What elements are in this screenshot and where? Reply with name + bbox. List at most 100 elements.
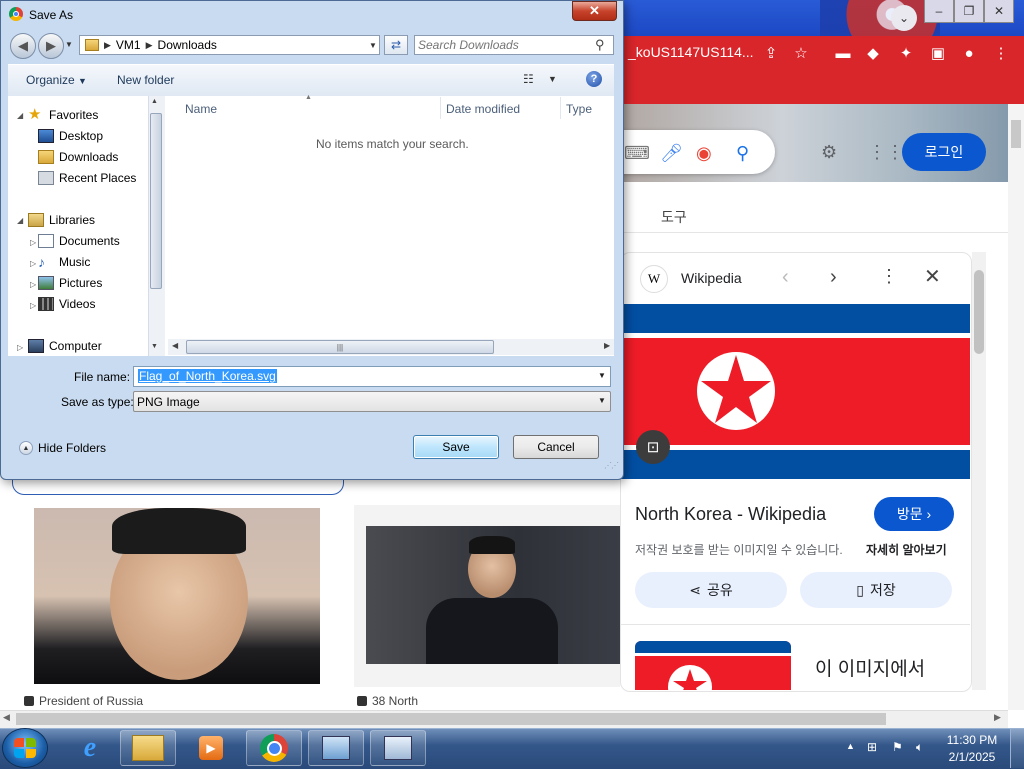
file-name-dropdown-icon[interactable]: ▼ bbox=[598, 371, 606, 380]
network-tool-icon[interactable] bbox=[308, 730, 364, 766]
panel-scrollbar-thumb[interactable] bbox=[974, 270, 984, 354]
expand-arrow-icon[interactable]: ▷ bbox=[30, 238, 36, 247]
login-button[interactable]: 로그인 bbox=[902, 133, 986, 171]
breadcrumb-separator-icon[interactable]: ▶ bbox=[104, 40, 111, 51]
show-hidden-icons-icon[interactable]: ▲ bbox=[846, 741, 855, 751]
nav-downloads[interactable]: Downloads bbox=[38, 150, 118, 164]
recent-locations-icon[interactable]: ▼ bbox=[65, 40, 73, 49]
save-as-type-value[interactable]: PNG Image bbox=[137, 395, 200, 409]
north-korea-flag-image[interactable] bbox=[620, 304, 970, 479]
share-button[interactable]: ⋖ 공유 bbox=[635, 572, 787, 608]
more-options-icon[interactable]: ⋮ bbox=[880, 266, 898, 287]
restore-button[interactable]: ❐ bbox=[954, 0, 984, 23]
related-flag-thumbnail[interactable] bbox=[635, 641, 791, 690]
google-lens-icon[interactable]: ◉ bbox=[696, 143, 712, 164]
control-panel-icon[interactable] bbox=[370, 730, 426, 766]
column-divider[interactable] bbox=[560, 97, 561, 119]
internet-explorer-icon[interactable]: e bbox=[62, 730, 118, 766]
learn-more-link[interactable]: 자세히 알아보기 bbox=[866, 541, 947, 558]
expand-arrow-icon[interactable]: ▷ bbox=[17, 343, 23, 352]
settings-gear-icon[interactable]: ⚙ bbox=[821, 142, 837, 163]
forward-button[interactable]: ▶ bbox=[38, 33, 64, 59]
scroll-right-icon[interactable]: ▶ bbox=[604, 341, 610, 350]
windows-explorer-icon[interactable] bbox=[120, 730, 176, 766]
close-panel-icon[interactable]: ✕ bbox=[924, 264, 941, 289]
expand-arrow-icon[interactable]: ▷ bbox=[30, 259, 36, 268]
address-bar-url[interactable]: _koUS1147US114... bbox=[628, 44, 754, 60]
nav-libraries[interactable]: Libraries bbox=[28, 213, 95, 227]
change-view-icon[interactable]: ☷ bbox=[523, 72, 534, 86]
scroll-left-icon[interactable]: ◀ bbox=[172, 341, 178, 350]
nav-scrollbar-thumb[interactable] bbox=[150, 113, 162, 289]
search-input[interactable] bbox=[418, 38, 588, 52]
scroll-up-icon[interactable]: ▲ bbox=[151, 98, 158, 105]
media-player-icon[interactable]: ▶ bbox=[183, 730, 239, 766]
collapse-arrow-icon[interactable]: ◢ bbox=[17, 111, 23, 120]
nav-favorites[interactable]: ★ Favorites bbox=[28, 107, 98, 122]
collapse-arrow-icon[interactable]: ◢ bbox=[17, 216, 23, 225]
volume-muted-icon[interactable]: 🔈︎ bbox=[916, 740, 930, 754]
breadcrumb-vm1[interactable]: VM1 bbox=[116, 38, 141, 52]
organize-button[interactable]: Organize ▼ bbox=[26, 73, 87, 87]
side-panel-icon[interactable]: ▣ bbox=[927, 42, 949, 64]
back-button[interactable]: ◀ bbox=[10, 33, 36, 59]
voice-search-icon[interactable]: 🎤︎ bbox=[660, 143, 683, 164]
page-scrollbar[interactable] bbox=[1008, 104, 1024, 710]
close-window-button[interactable]: ✕ bbox=[984, 0, 1014, 23]
scroll-down-icon[interactable]: ▼ bbox=[151, 343, 158, 350]
tab-search-button[interactable]: ⌄ bbox=[891, 5, 917, 31]
save-as-type-select[interactable] bbox=[133, 391, 611, 412]
expand-arrow-icon[interactable]: ▷ bbox=[30, 301, 36, 310]
column-header-date-modified[interactable]: Date modified bbox=[446, 102, 520, 116]
file-list-scrollbar-thumb[interactable]: ||| bbox=[186, 340, 494, 354]
share-page-icon[interactable]: ⇪ bbox=[760, 42, 782, 64]
result-image-1[interactable] bbox=[34, 508, 320, 684]
network-icon[interactable]: ⊞ bbox=[867, 740, 881, 754]
result-caption-2[interactable]: 38 North bbox=[357, 694, 418, 708]
profile-avatar-icon[interactable]: ● bbox=[958, 42, 980, 64]
page-scrollbar-thumb[interactable] bbox=[1011, 120, 1021, 148]
next-image-icon[interactable]: › bbox=[830, 266, 837, 289]
nav-recent-places[interactable]: Recent Places bbox=[38, 171, 136, 185]
chrome-menu-icon[interactable]: ⋮ bbox=[990, 42, 1012, 64]
new-folder-button[interactable]: New folder bbox=[117, 73, 174, 87]
save-image-button[interactable]: ▯ 저장 bbox=[800, 572, 952, 608]
column-divider[interactable] bbox=[440, 97, 441, 119]
clock-date[interactable]: 2/1/2025 bbox=[942, 750, 1002, 764]
nav-computer[interactable]: Computer bbox=[28, 339, 102, 353]
file-name-value[interactable]: Flag_of_North_Korea.svg bbox=[138, 369, 277, 383]
nav-documents[interactable]: Documents bbox=[38, 234, 120, 248]
address-breadcrumb[interactable]: ▶ VM1 ▶ Downloads bbox=[79, 35, 380, 55]
search-icon[interactable]: ⚲ bbox=[736, 143, 749, 164]
minimize-button[interactable]: – bbox=[924, 0, 954, 23]
result-caption-1[interactable]: President of Russia bbox=[24, 694, 143, 708]
extensions-puzzle-icon[interactable]: ✦ bbox=[895, 42, 917, 64]
clock-time[interactable]: 11:30 PM bbox=[942, 733, 1002, 747]
view-options-dropdown-icon[interactable]: ▼ bbox=[548, 74, 557, 84]
visit-button[interactable]: 방문 › bbox=[874, 497, 954, 531]
nav-videos[interactable]: Videos bbox=[38, 297, 95, 311]
cancel-button[interactable]: Cancel bbox=[513, 435, 599, 459]
keyboard-icon[interactable]: ⌨ bbox=[624, 143, 650, 164]
dialog-close-button[interactable]: ✕ bbox=[572, 1, 617, 21]
chrome-taskbar-icon[interactable] bbox=[246, 730, 302, 766]
nav-pictures[interactable]: Pictures bbox=[38, 276, 102, 290]
search-icon[interactable]: ⚲ bbox=[595, 37, 605, 53]
action-center-flag-icon[interactable]: ⚑ bbox=[892, 740, 906, 754]
nav-music[interactable]: ♪ Music bbox=[38, 255, 90, 269]
tools-tab[interactable]: 도구 bbox=[661, 207, 687, 227]
save-button[interactable]: Save bbox=[413, 435, 499, 459]
breadcrumb-separator-icon[interactable]: ▶ bbox=[146, 40, 153, 51]
column-header-name[interactable]: Name bbox=[185, 102, 217, 116]
scroll-left-icon[interactable]: ◀ bbox=[3, 712, 10, 723]
nav-desktop[interactable]: Desktop bbox=[38, 129, 103, 143]
previous-image-icon[interactable]: ‹ bbox=[782, 266, 789, 289]
panel-title[interactable]: North Korea - Wikipedia bbox=[635, 504, 826, 525]
refresh-button[interactable]: ⇄ bbox=[384, 35, 408, 55]
breadcrumb-downloads[interactable]: Downloads bbox=[158, 38, 217, 52]
resize-grip-icon[interactable]: ⋰⋰ bbox=[604, 461, 619, 470]
extension-icon[interactable]: ◆ bbox=[862, 42, 884, 64]
hide-folders-button[interactable]: ▲ Hide Folders bbox=[19, 441, 106, 455]
scroll-right-icon[interactable]: ▶ bbox=[994, 712, 1001, 723]
save-as-type-dropdown-icon[interactable]: ▼ bbox=[598, 396, 606, 405]
